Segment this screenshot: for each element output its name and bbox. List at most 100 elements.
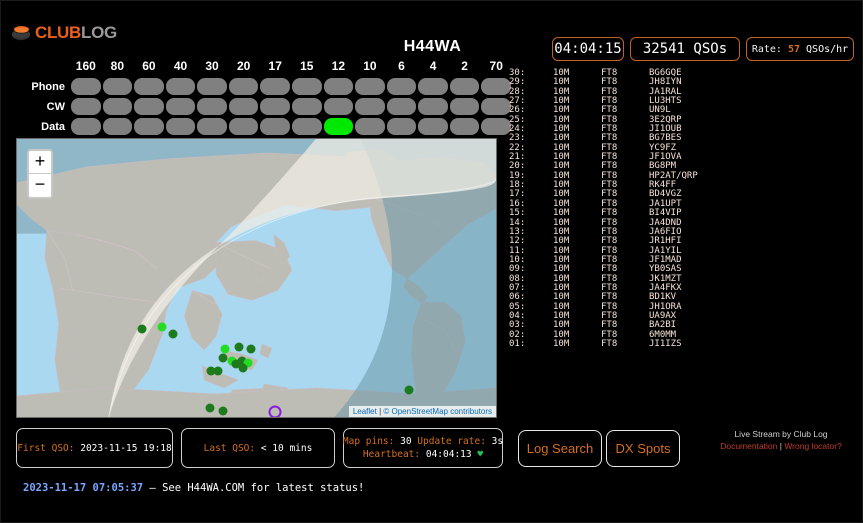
map-pin[interactable] xyxy=(168,329,178,339)
band-cell-cw-6[interactable] xyxy=(386,98,417,115)
band-cell-data-80[interactable] xyxy=(102,118,133,135)
map-pin[interactable] xyxy=(218,353,228,363)
qso-rate-label: Rate: xyxy=(751,43,782,55)
utc-clock-badge: 04:04:15 xyxy=(552,37,624,61)
band-cell-data-12[interactable] xyxy=(323,118,354,135)
qso-callsign: JI1IZS xyxy=(649,338,682,349)
dx-spots-button[interactable]: DX Spots xyxy=(606,430,680,467)
band-header-60: 60 xyxy=(142,59,156,73)
band-cell-cw-60[interactable] xyxy=(134,98,164,115)
map-zoom-controls[interactable]: + − xyxy=(27,149,53,199)
first-qso-label: First QSO: xyxy=(17,442,75,454)
update-rate-label: Update rate: xyxy=(417,436,486,447)
heart-icon: ♥ xyxy=(477,449,484,460)
band-cell-data-20[interactable] xyxy=(228,118,259,135)
band-header-20: 20 xyxy=(236,59,251,73)
footer-status-line: 2023-11-17 07:05:37 — See H44WA.COM for … xyxy=(1,475,863,501)
band-cell-data-160[interactable] xyxy=(71,118,101,135)
band-row-label-cw: CW xyxy=(46,100,65,113)
last-qso-label: Last QSO: xyxy=(203,442,256,454)
footer-timestamp: 2023-11-17 07:05:37 xyxy=(23,482,144,494)
qso-count-value: 32541 QSOs xyxy=(642,41,728,57)
band-cell-phone-6[interactable] xyxy=(386,78,417,95)
band-cell-data-10[interactable] xyxy=(355,118,385,135)
map-pin[interactable] xyxy=(137,324,147,334)
log-search-button[interactable]: Log Search xyxy=(518,430,602,467)
band-cell-cw-20[interactable] xyxy=(228,98,259,115)
leaflet-link[interactable]: Leaflet xyxy=(353,407,377,416)
qso-callsign: BG7BES xyxy=(649,133,682,144)
band-cell-phone-10[interactable] xyxy=(355,78,385,95)
recent-qso-list: 30: 10M FT8 BG6GQE 29: 10M FT8 JH8IYN 28: 10M FT8 J… xyxy=(509,68,857,359)
map-pin[interactable] xyxy=(246,344,256,354)
map-pin[interactable] xyxy=(157,322,167,332)
band-cell-phone-12[interactable] xyxy=(323,78,354,95)
band-cell-cw-17[interactable] xyxy=(260,98,290,115)
map-pin[interactable] xyxy=(205,403,215,413)
map-pin[interactable] xyxy=(213,366,223,376)
map-pin[interactable] xyxy=(218,406,228,416)
band-cell-cw-2[interactable] xyxy=(449,98,480,115)
band-header-70: 70 xyxy=(489,59,503,73)
first-qso-value: 2023-11-15 19:18 xyxy=(80,442,172,454)
band-cell-phone-60[interactable] xyxy=(134,78,164,95)
band-cell-phone-15[interactable] xyxy=(291,78,322,95)
band-cell-phone-4[interactable] xyxy=(418,78,448,95)
band-header-17: 17 xyxy=(268,59,282,73)
band-cell-data-4[interactable] xyxy=(418,118,448,135)
band-cell-data-6[interactable] xyxy=(386,118,417,135)
qso-callsign: JH1ORA xyxy=(649,301,682,312)
band-header-10: 10 xyxy=(363,59,377,73)
band-mode-matrix: 160 80 60 40 30 20 17 15 12 10 6 4 2 70 Phone CW Data xyxy=(11,56,511,136)
status-info-bar: First QSO: 2023-11-15 19:18 Last QSO: < … xyxy=(16,428,503,468)
map-pin[interactable] xyxy=(220,344,230,354)
clublog-live-stream-page: CLUBLOG H44WA 04:04:15 32541 QSOs Rate: … xyxy=(0,0,863,523)
band-cell-phone-2[interactable] xyxy=(449,78,480,95)
band-cell-phone-17[interactable] xyxy=(260,78,290,95)
band-cell-cw-80[interactable] xyxy=(102,98,133,115)
qso-callsign: JA4FKX xyxy=(649,282,682,293)
qso-rate-text: Rate: 57 QSOs/hr xyxy=(752,44,848,55)
band-cell-phone-70[interactable] xyxy=(481,78,511,95)
band-row-data: Data xyxy=(11,117,511,136)
band-row-phone: Phone xyxy=(11,77,511,96)
map-pin[interactable] xyxy=(404,385,414,395)
qso-callsign: BA2BI xyxy=(649,320,677,331)
band-cell-cw-40[interactable] xyxy=(165,98,196,115)
band-cell-cw-12[interactable] xyxy=(323,98,354,115)
qso-rate-badge: Rate: 57 QSOs/hr xyxy=(746,37,854,61)
qso-callsign: UA9AX xyxy=(649,310,677,321)
wrong-locator-link[interactable]: Wrong locator? xyxy=(784,441,841,451)
band-cell-phone-30[interactable] xyxy=(197,78,227,95)
heartbeat-line: Heartbeat: 04:04:13 ♥ xyxy=(363,448,483,461)
zoom-in-button[interactable]: + xyxy=(29,151,51,174)
credits-links: Documentation | Wrong locator? xyxy=(701,441,861,453)
band-cell-data-60[interactable] xyxy=(134,118,164,135)
band-cell-data-2[interactable] xyxy=(449,118,480,135)
qso-rate-value: 57 xyxy=(787,43,800,55)
qso-index: 01: xyxy=(509,338,526,349)
band-cell-cw-160[interactable] xyxy=(71,98,101,115)
documentation-link[interactable]: Documentation xyxy=(720,441,777,451)
map-pin[interactable] xyxy=(234,342,244,352)
band-cell-data-40[interactable] xyxy=(165,118,196,135)
band-cell-phone-160[interactable] xyxy=(71,78,101,95)
band-cell-cw-30[interactable] xyxy=(197,98,227,115)
map-pin[interactable] xyxy=(238,363,248,373)
zoom-out-button[interactable]: − xyxy=(29,174,51,197)
qso-world-map[interactable]: + − Leaflet | © OpenStreetMap contributo… xyxy=(16,138,497,418)
band-cell-phone-20[interactable] xyxy=(228,78,259,95)
band-row-label-data: Data xyxy=(41,120,65,133)
band-cell-cw-70[interactable] xyxy=(481,98,511,115)
band-cell-data-30[interactable] xyxy=(197,118,227,135)
band-cell-data-70[interactable] xyxy=(481,118,511,135)
band-cell-phone-80[interactable] xyxy=(102,78,133,95)
band-cell-cw-10[interactable] xyxy=(355,98,385,115)
openstreetmap-link[interactable]: © OpenStreetMap contributors xyxy=(383,407,492,416)
band-cell-data-17[interactable] xyxy=(260,118,290,135)
band-cell-data-15[interactable] xyxy=(291,118,322,135)
band-header-160: 160 xyxy=(75,59,96,73)
band-cell-phone-40[interactable] xyxy=(165,78,196,95)
band-cell-cw-15[interactable] xyxy=(291,98,322,115)
band-cell-cw-4[interactable] xyxy=(418,98,448,115)
